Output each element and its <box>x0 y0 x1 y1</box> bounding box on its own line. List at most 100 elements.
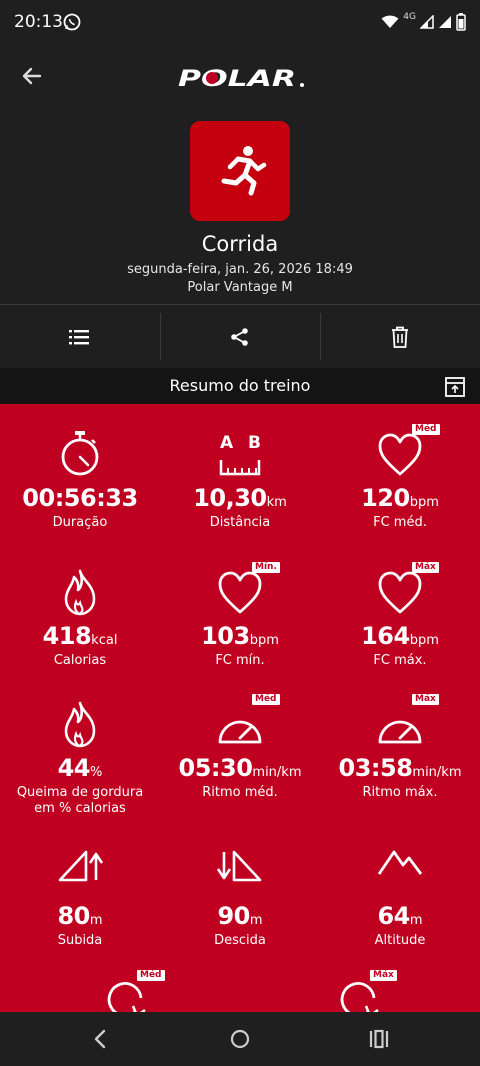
back-arrow-icon[interactable] <box>18 62 46 90</box>
wifi-icon <box>381 15 399 28</box>
metric-altitude: 64m Altitude <box>320 848 480 949</box>
stopwatch-icon <box>61 431 99 476</box>
metric-descent: 90m Descida <box>160 848 320 949</box>
share-button[interactable] <box>160 305 320 368</box>
badge-max: Máx <box>370 970 397 981</box>
badge-avg: Méd <box>252 694 280 705</box>
system-nav-bar <box>0 1012 480 1066</box>
metric-label: Queima de gordura em % calorias <box>16 785 144 816</box>
metric-value: 44 <box>57 754 91 782</box>
ascent-icon <box>58 850 104 882</box>
metric-label: FC mín. <box>215 653 265 668</box>
metric-unit: bpm <box>409 495 439 510</box>
metric-value: 90 <box>217 902 250 930</box>
metric-label: Descida <box>214 933 266 948</box>
badge-max: Máx <box>412 562 439 573</box>
metric-unit: m <box>89 913 103 928</box>
metric-label: FC máx. <box>373 653 427 668</box>
metric-hr-max: Máx 164bpm FC máx. <box>320 562 480 669</box>
metric-value: 03:58 <box>338 754 413 782</box>
cadence-icon <box>107 982 146 1012</box>
heart-icon <box>378 571 422 614</box>
metric-label: Subida <box>57 933 103 948</box>
cadence-icon <box>340 982 379 1012</box>
metric-unit: m <box>249 913 263 928</box>
metric-unit: m <box>409 913 423 928</box>
metric-hr-avg: Méd 120bpm FC méd. <box>320 424 480 531</box>
nav-home-icon[interactable] <box>227 1026 253 1052</box>
metric-hr-min: Mín. 103bpm FC mín. <box>160 562 320 669</box>
metric-label: FC méd. <box>373 515 427 530</box>
whatsapp-icon <box>63 13 81 31</box>
metric-value: 80 <box>57 902 90 930</box>
device-name: Polar Vantage M <box>187 280 293 295</box>
summary-header: Resumo do treino <box>0 368 480 404</box>
nav-recents-icon[interactable] <box>366 1026 392 1052</box>
metric-unit: min/km <box>252 765 302 780</box>
metric-cadence-max: Máx <box>278 970 438 1012</box>
metric-calories: 418kcal Calorias <box>0 568 160 669</box>
metric-ascent: 80m Subida <box>0 848 160 949</box>
svg-text:POLAR: POLAR <box>178 67 296 90</box>
network-type: 4G <box>403 12 416 22</box>
metric-pace-avg: Méd 05:30min/km Ritmo méd. <box>160 694 320 801</box>
heart-icon <box>218 571 262 614</box>
status-icons: 4G <box>381 12 466 32</box>
list-button[interactable] <box>0 305 160 368</box>
status-bar: 20:13 4G <box>0 0 480 44</box>
summary-title: Resumo do treino <box>169 376 311 395</box>
metric-label: Altitude <box>374 933 426 948</box>
speedometer-icon <box>378 720 422 744</box>
metric-cadence-avg: Méd <box>45 970 205 1012</box>
metric-label: Duração <box>52 515 108 530</box>
metric-value: 103 <box>201 622 250 650</box>
metric-value: 164 <box>361 622 410 650</box>
session-date: segunda-feira, jan. 26, 2026 18:49 <box>127 262 353 277</box>
metric-unit: km <box>266 495 287 510</box>
distance-ab-icon: A B <box>219 433 261 476</box>
metric-unit: bpm <box>409 633 439 648</box>
trash-icon <box>392 326 408 348</box>
status-time: 20:13 <box>14 12 63 32</box>
metric-value: 10,30 <box>193 484 267 512</box>
metric-duration: 00:56:33 Duração <box>0 430 160 531</box>
metric-unit: bpm <box>249 633 279 648</box>
list-icon <box>69 329 89 344</box>
metric-value: 00:56:33 <box>22 484 138 512</box>
signal-icon <box>420 15 434 29</box>
polar-logo: POLAR <box>178 67 304 90</box>
metric-value: 64 <box>377 902 410 930</box>
badge-avg: Méd <box>412 424 440 435</box>
share-icon <box>231 327 248 346</box>
export-icon[interactable] <box>444 376 466 398</box>
metric-label: Ritmo máx. <box>362 785 438 800</box>
flame-icon <box>64 701 96 748</box>
delete-button[interactable] <box>320 305 480 368</box>
metric-label: Ritmo méd. <box>202 785 278 800</box>
metric-unit: % <box>90 765 103 780</box>
nav-back-icon[interactable] <box>88 1026 114 1052</box>
svg-text:B: B <box>248 433 261 453</box>
badge-min: Mín. <box>252 562 280 573</box>
heart-icon <box>378 433 422 476</box>
signal-2-icon <box>439 16 451 28</box>
badge-avg: Méd <box>137 970 165 981</box>
flame-icon <box>64 569 96 616</box>
metric-distance: A B 10,30km Distância <box>160 430 320 531</box>
metric-unit: min/km <box>412 765 462 780</box>
sport-name: Corrida <box>201 232 279 256</box>
metric-value: 418 <box>42 622 92 650</box>
battery-icon <box>456 13 466 31</box>
metric-pace-max: Máx 03:58min/km Ritmo máx. <box>320 694 480 801</box>
metrics-panel: 00:56:33 Duração A B 10,30km Distância M… <box>0 404 480 1012</box>
running-icon <box>221 146 267 196</box>
metric-unit: kcal <box>91 633 118 648</box>
svg-text:A: A <box>220 433 234 453</box>
top-bar: POLAR <box>0 44 480 110</box>
mountain-icon <box>377 850 423 875</box>
action-bar <box>0 304 480 368</box>
sport-icon-tile <box>190 121 290 221</box>
descent-icon <box>216 850 262 882</box>
speedometer-icon <box>218 720 262 744</box>
metric-fat-burn: 44% Queima de gordura em % calorias <box>0 700 160 817</box>
